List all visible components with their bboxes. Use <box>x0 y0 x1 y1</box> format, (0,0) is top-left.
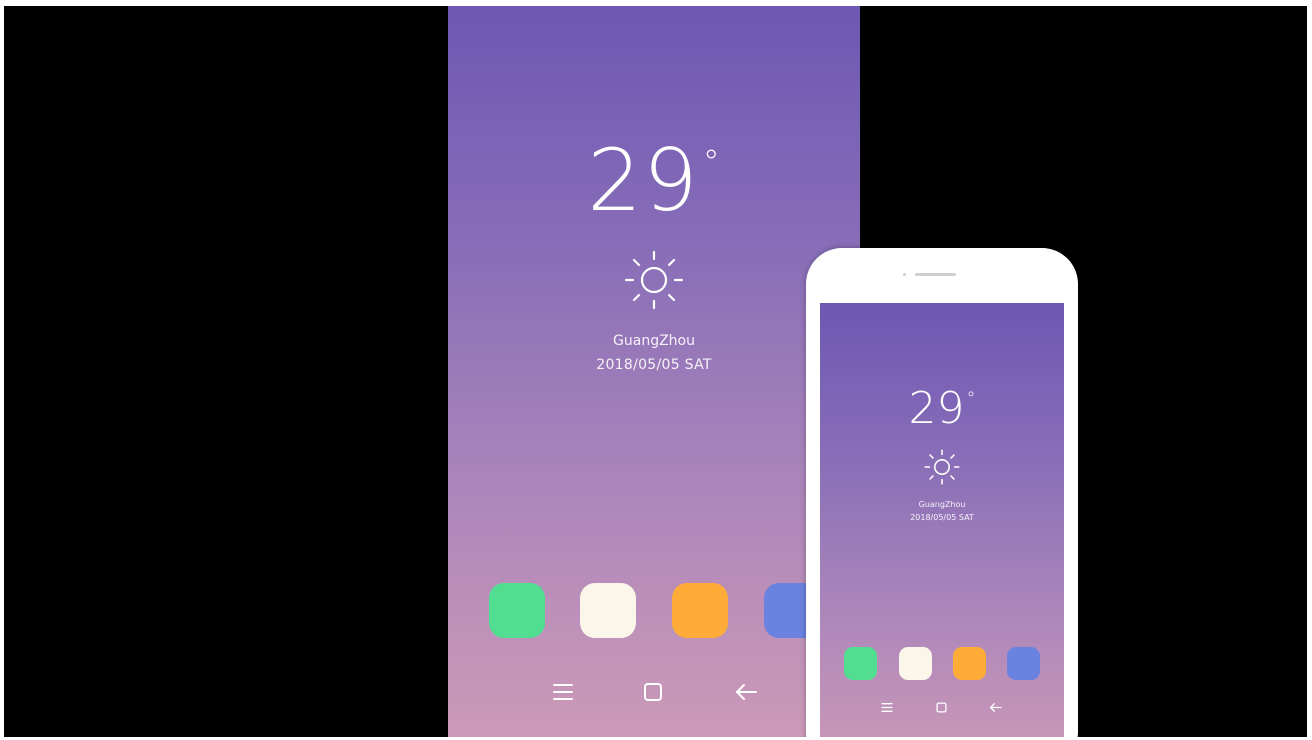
temperature-display-small: 29 ° <box>820 387 1064 431</box>
back-arrow-icon[interactable] <box>734 682 758 702</box>
small-home-screen: 29 ° GuangZhou 2018/05/05 SAT <box>820 303 1064 737</box>
home-square-icon[interactable] <box>643 682 663 702</box>
degree-symbol: ° <box>702 143 721 183</box>
city-label: GuangZhou <box>613 333 695 349</box>
app-icon-green-small[interactable] <box>844 647 877 680</box>
front-camera <box>903 273 906 276</box>
app-icon-blue-small[interactable] <box>1007 647 1040 680</box>
showcase-stage: 29 ° GuangZhou 2018/05/05 SAT 29 ° Guang… <box>4 6 1307 737</box>
temperature-value-small: 29 <box>908 383 965 434</box>
degree-symbol-small: ° <box>966 388 976 409</box>
temperature-value: 29 <box>587 131 699 231</box>
app-icon-green[interactable] <box>489 583 545 638</box>
large-home-screen: 29 ° GuangZhou 2018/05/05 SAT <box>448 6 860 737</box>
home-square-icon[interactable] <box>936 702 947 713</box>
date-label: 2018/05/05 SAT <box>596 357 712 373</box>
date-label-small: 2018/05/05 SAT <box>910 513 974 522</box>
city-label-small: GuangZhou <box>918 500 966 509</box>
sun-icon <box>624 250 684 310</box>
app-icon-cream[interactable] <box>580 583 636 638</box>
menu-icon[interactable] <box>552 682 574 702</box>
app-icon-orange[interactable] <box>672 583 728 638</box>
temperature-display: 29 ° <box>448 138 860 224</box>
app-icon-cream-small[interactable] <box>899 647 932 680</box>
sun-icon <box>924 449 960 485</box>
phone-device: 29 ° GuangZhou 2018/05/05 SAT <box>806 248 1078 737</box>
app-icon-orange-small[interactable] <box>953 647 986 680</box>
back-arrow-icon[interactable] <box>989 702 1002 713</box>
earpiece-speaker <box>915 273 956 276</box>
menu-icon[interactable] <box>881 702 893 713</box>
